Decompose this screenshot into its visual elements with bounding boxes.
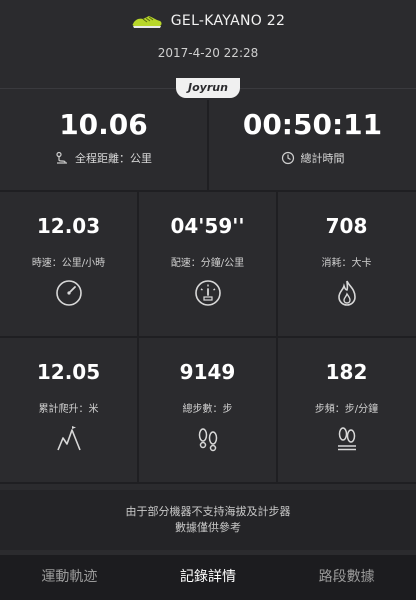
cadence-stat: 182 步頻：步/分鐘 (278, 338, 415, 482)
distance-summary: 10.06 全程距離：公里 (0, 100, 207, 190)
cadence-label: 步頻：步/分鐘 (314, 404, 379, 415)
disclaimer-line-2: 數據僅供參考 (175, 521, 241, 534)
climb-value: 12.05 (36, 360, 101, 384)
cadence-value: 182 (325, 360, 368, 384)
brand-label: Joyrun (176, 78, 240, 98)
calories-value: 708 (325, 214, 368, 238)
title-row: GEL-KAYANO 22 (0, 10, 416, 32)
pace-value: 04'59'' (170, 214, 245, 238)
duration-label-row: 總計時間 (209, 150, 416, 166)
clock-icon (281, 151, 294, 165)
run-date: 2017-4-20 22:28 (157, 46, 259, 60)
brand-banner: Joyrun (0, 78, 416, 100)
footprints-icon (198, 428, 218, 452)
header: GEL-KAYANO 22 2017-4-20 22:28 (0, 0, 416, 80)
climb-stat: 12.05 累計爬升：米 (0, 338, 137, 482)
cadence-icon (338, 427, 356, 451)
stats-row-2: 12.05 累計爬升：米 9149 總步數：步 182 步頻：步/分鐘 (0, 338, 416, 482)
distance-label-row: 全程距離：公里 (0, 150, 207, 166)
tab-track[interactable]: 運動軌迹 (0, 555, 139, 600)
duration-value: 00:50:11 (242, 108, 383, 141)
steps-label: 總步數：步 (182, 404, 233, 415)
calories-stat: 708 消耗：大卡 (278, 192, 415, 336)
pace-stat: 04'59'' 配速：分鐘/公里 (139, 192, 276, 336)
climb-label: 累計爬升：米 (38, 404, 99, 415)
stats-row-1: 12.03 時速：公里/小時 04'59'' 配速：分鐘/公里 708 消耗：大… (0, 192, 416, 336)
calories-label: 消耗：大卡 (321, 258, 372, 269)
summary-section: 10.06 全程距離：公里 00:50:11 總計時間 (0, 100, 416, 190)
route-icon (56, 151, 67, 164)
pace-gauge-icon (195, 280, 221, 306)
distance-label: 全程距離：公里 (75, 152, 152, 165)
tab-record-details[interactable]: 記錄詳情 (139, 555, 278, 600)
tab-segment-data[interactable]: 路段數據 (277, 555, 416, 600)
flame-icon (338, 280, 356, 306)
section-divider (0, 482, 416, 484)
shoe-icon (132, 16, 162, 28)
climb-icon (57, 426, 81, 451)
disclaimer-note: 由于部分機器不支持海拔及計步器 數據僅供參考 (0, 490, 416, 550)
speed-label: 時速：公里/小時 (31, 258, 106, 269)
steps-stat: 9149 總步數：步 (139, 338, 276, 482)
pace-label: 配速：分鐘/公里 (170, 258, 245, 269)
shoe-title: GEL-KAYANO 22 (170, 13, 286, 29)
duration-summary: 00:50:11 總計時間 (209, 100, 416, 190)
tab-bar: 運動軌迹 記錄詳情 路段數據 (0, 555, 416, 600)
speed-value: 12.03 (36, 214, 101, 238)
speedometer-icon (56, 280, 82, 306)
speed-stat: 12.03 時速：公里/小時 (0, 192, 137, 336)
distance-value: 10.06 (59, 108, 148, 141)
steps-value: 9149 (179, 360, 236, 384)
duration-label: 總計時間 (300, 152, 345, 165)
disclaimer-line-1: 由于部分機器不支持海拔及計步器 (125, 505, 291, 518)
